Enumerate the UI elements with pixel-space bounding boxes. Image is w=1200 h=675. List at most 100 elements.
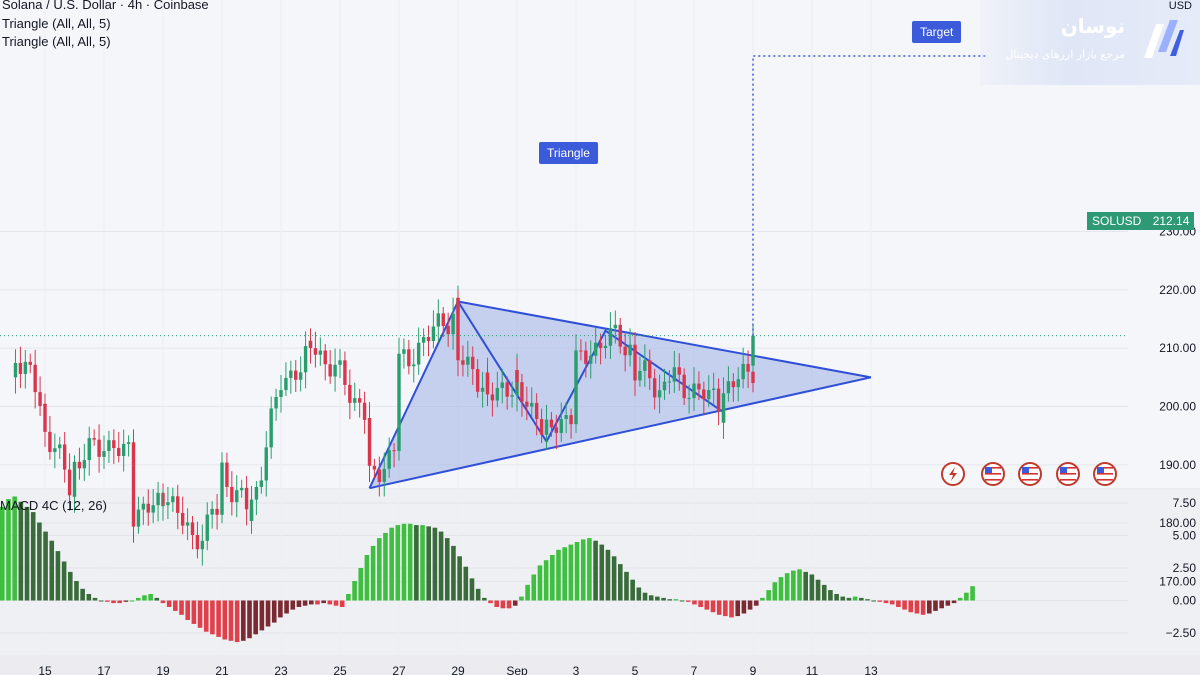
candle[interactable]	[62, 444, 67, 470]
candle[interactable]	[38, 392, 42, 406]
macd-bar[interactable]	[568, 544, 574, 601]
candle[interactable]	[564, 415, 568, 419]
candle[interactable]	[338, 360, 342, 365]
macd-bar[interactable]	[939, 600, 944, 609]
candle[interactable]	[82, 460, 87, 469]
macd-bar[interactable]	[531, 574, 537, 601]
candle[interactable]	[603, 345, 608, 349]
macd-bar[interactable]	[74, 581, 79, 601]
macd-bar[interactable]	[259, 600, 265, 631]
candle[interactable]	[412, 364, 416, 367]
macd-bar[interactable]	[222, 600, 228, 640]
macd-bar[interactable]	[407, 523, 413, 601]
macd-bar[interactable]	[692, 600, 697, 605]
macd-bar[interactable]	[927, 600, 932, 614]
macd-bar[interactable]	[957, 597, 963, 601]
candle[interactable]	[357, 398, 362, 403]
candle[interactable]	[456, 297, 460, 361]
macd-bar[interactable]	[951, 600, 957, 604]
candle[interactable]	[751, 371, 755, 384]
macd-bar[interactable]	[933, 600, 938, 611]
macd-bar[interactable]	[630, 579, 635, 601]
candle[interactable]	[751, 335, 755, 366]
candle[interactable]	[392, 450, 396, 452]
macd-bar[interactable]	[840, 596, 846, 601]
candle[interactable]	[692, 383, 696, 399]
macd-bar[interactable]	[791, 570, 796, 601]
candle[interactable]	[746, 363, 750, 372]
candle[interactable]	[131, 465, 136, 527]
macd-bar[interactable]	[747, 600, 753, 610]
candle[interactable]	[372, 465, 377, 470]
macd-bar[interactable]	[698, 600, 703, 608]
candle[interactable]	[48, 431, 52, 452]
candle[interactable]	[446, 326, 450, 335]
macd-bar[interactable]	[562, 547, 567, 601]
candle[interactable]	[121, 443, 126, 456]
macd-bar[interactable]	[778, 577, 784, 601]
lightning-icon[interactable]	[941, 462, 965, 486]
macd-bar[interactable]	[395, 525, 401, 601]
macd-bar[interactable]	[852, 596, 858, 601]
macd-bar[interactable]	[241, 600, 246, 641]
macd-bar[interactable]	[846, 597, 852, 601]
candle[interactable]	[726, 381, 731, 394]
macd-bar[interactable]	[970, 586, 975, 601]
candle[interactable]	[205, 514, 209, 541]
macd-bar[interactable]	[302, 600, 308, 606]
candle[interactable]	[77, 461, 82, 469]
candle[interactable]	[633, 348, 637, 381]
macd-bar[interactable]	[129, 600, 135, 602]
candle[interactable]	[515, 370, 519, 383]
candle[interactable]	[721, 393, 726, 423]
macd-bar[interactable]	[67, 571, 73, 601]
candle[interactable]	[67, 469, 72, 496]
candle[interactable]	[225, 462, 229, 487]
candle[interactable]	[220, 462, 224, 503]
macd-bar[interactable]	[216, 600, 221, 637]
macd-bar[interactable]	[154, 597, 160, 601]
macd-bar[interactable]	[142, 595, 147, 601]
macd-bar[interactable]	[197, 600, 203, 628]
candle[interactable]	[151, 505, 155, 513]
macd-bar[interactable]	[772, 582, 778, 601]
candle[interactable]	[244, 487, 249, 510]
macd-bar[interactable]	[173, 600, 178, 611]
macd-bar[interactable]	[401, 523, 407, 601]
candle[interactable]	[589, 355, 593, 364]
macd-bar[interactable]	[760, 597, 765, 601]
candle[interactable]	[711, 388, 716, 390]
macd-bar[interactable]	[648, 595, 654, 601]
candle[interactable]	[657, 390, 662, 398]
macd-bar[interactable]	[543, 560, 549, 601]
macd-bar[interactable]	[500, 600, 506, 609]
macd-bar[interactable]	[469, 578, 475, 601]
candle[interactable]	[141, 503, 146, 510]
us-flag-icon[interactable]	[1093, 462, 1117, 486]
macd-bar[interactable]	[432, 527, 438, 601]
candle[interactable]	[117, 448, 121, 456]
candle[interactable]	[43, 403, 47, 432]
macd-bar[interactable]	[896, 600, 901, 608]
candle[interactable]	[87, 438, 91, 461]
candle[interactable]	[136, 509, 141, 527]
candle[interactable]	[554, 427, 559, 433]
candle[interactable]	[92, 438, 96, 440]
candle[interactable]	[259, 480, 264, 487]
candle[interactable]	[284, 377, 288, 391]
macd-bar[interactable]	[148, 594, 153, 601]
candle[interactable]	[298, 372, 303, 380]
macd-bar[interactable]	[753, 600, 759, 606]
macd-bar[interactable]	[92, 597, 98, 601]
us-flag-icon[interactable]	[1056, 462, 1080, 486]
macd-bar[interactable]	[185, 600, 190, 621]
macd-bar[interactable]	[0, 506, 5, 601]
candle[interactable]	[731, 381, 736, 388]
macd-bar[interactable]	[123, 600, 129, 602]
candle[interactable]	[185, 522, 190, 526]
macd-bar[interactable]	[135, 597, 141, 601]
macd-bar[interactable]	[661, 597, 666, 601]
macd-bar[interactable]	[834, 594, 839, 601]
candle[interactable]	[569, 415, 573, 425]
candle[interactable]	[303, 346, 308, 373]
